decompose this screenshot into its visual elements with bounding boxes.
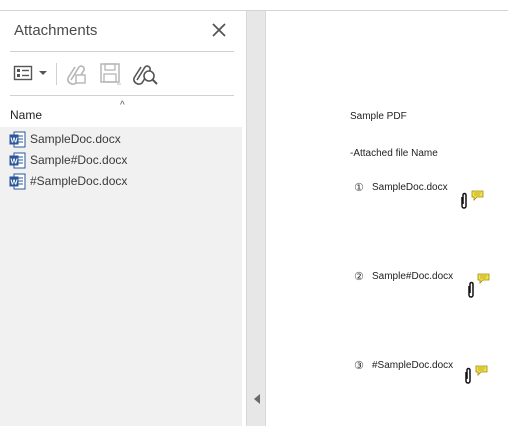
search-attachment-icon xyxy=(133,65,158,85)
item-number: ③ xyxy=(354,360,364,372)
comment-note-icon[interactable] xyxy=(471,190,484,201)
item-label: Sample#Doc.docx xyxy=(372,271,454,282)
item-number: ① xyxy=(354,182,364,194)
open-attachment-icon xyxy=(67,65,86,85)
attachment-name: #SampleDoc.docx xyxy=(30,174,128,188)
attachment-name: SampleDoc.docx xyxy=(30,132,121,146)
list-header: Name ^ xyxy=(0,100,242,127)
item-label: #SampleDoc.docx xyxy=(372,360,454,371)
paperclip-icon[interactable] xyxy=(463,367,473,385)
panel-divider-top xyxy=(10,51,234,52)
svg-text:W: W xyxy=(10,136,18,145)
chevron-down-icon xyxy=(39,71,47,75)
svg-text:W: W xyxy=(10,178,18,187)
list-item-attachment[interactable]: W #SampleDoc.docx xyxy=(0,171,242,192)
attachment-name: Sample#Doc.docx xyxy=(30,153,128,167)
open-attachment-button[interactable] xyxy=(62,59,90,87)
options-list-icon xyxy=(13,65,47,81)
toolbar-separator xyxy=(56,63,57,85)
window-top-bar xyxy=(0,0,508,11)
comment-note-icon[interactable] xyxy=(475,365,488,376)
save-icon xyxy=(100,63,121,85)
panel-splitter[interactable] xyxy=(246,11,266,426)
svg-text:W: W xyxy=(10,157,18,166)
word-doc-icon: W xyxy=(9,131,26,148)
list-item-attachment[interactable]: W Sample#Doc.docx xyxy=(0,150,242,171)
document-title: Sample PDF xyxy=(350,111,407,122)
paperclip-icon[interactable] xyxy=(466,281,476,299)
options-menu-button[interactable] xyxy=(12,59,50,87)
column-header-name[interactable]: Name xyxy=(10,108,42,122)
document-subtitle: -Attached file Name xyxy=(350,148,438,159)
word-doc-icon: W xyxy=(9,152,26,169)
attachments-list: W SampleDoc.docx W Sample#Doc.docx W #Sa… xyxy=(0,127,242,426)
attachments-panel: Attachments Name ^ W SampleDoc.docx W Sa… xyxy=(0,11,246,426)
paperclip-icon[interactable] xyxy=(459,192,469,210)
close-panel-button[interactable] xyxy=(210,21,228,39)
attachments-toolbar xyxy=(10,59,234,89)
sort-ascending-icon: ^ xyxy=(120,100,125,111)
comment-note-icon[interactable] xyxy=(477,273,490,284)
close-icon xyxy=(212,23,226,37)
panel-divider-bottom xyxy=(10,95,234,96)
collapse-panel-icon[interactable] xyxy=(254,394,260,404)
word-doc-icon: W xyxy=(9,173,26,190)
item-number: ② xyxy=(354,271,364,283)
list-item-attachment[interactable]: W SampleDoc.docx xyxy=(0,129,242,150)
panel-title: Attachments xyxy=(14,22,98,39)
pdf-page: Sample PDF -Attached file Name ① SampleD… xyxy=(266,11,508,426)
item-label: SampleDoc.docx xyxy=(372,182,448,193)
search-attachment-button[interactable] xyxy=(130,59,160,87)
save-attachment-button[interactable] xyxy=(96,59,124,87)
